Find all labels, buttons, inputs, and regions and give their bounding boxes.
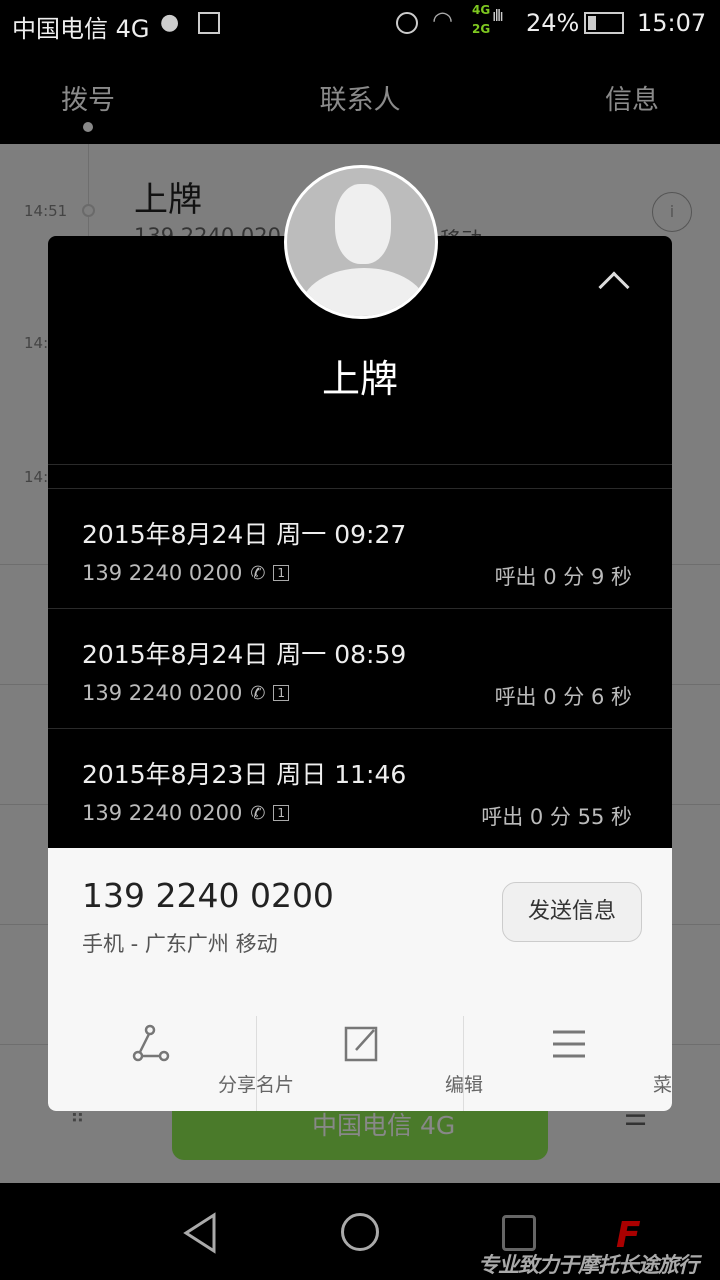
active-tab-dot	[83, 122, 93, 132]
phone-number[interactable]: 139 2240 0200	[82, 876, 334, 915]
status-bar: 中国电信 4G ● ◠ 4G 2G ıllı 24% 15:07	[0, 0, 720, 48]
tab-messages[interactable]: 信息	[605, 78, 659, 117]
network-2g: 2G	[472, 22, 491, 36]
contact-name: 上牌	[321, 357, 398, 401]
call-number: 139 2240 0200 ✆ 1	[82, 681, 290, 705]
wechat-icon: ●	[160, 10, 180, 35]
watermark-text: 专业致力于摩托长途旅行	[478, 1253, 699, 1277]
image-icon	[198, 12, 220, 34]
home-icon[interactable]	[341, 1213, 379, 1251]
call-time: 14:51	[24, 202, 68, 220]
timeline-dot	[82, 204, 95, 217]
clock: 15:07	[637, 9, 707, 37]
tab-bar: 拨号 联系人 信息	[0, 48, 720, 144]
call-duration: 呼出 0 分 55 秒	[481, 805, 632, 829]
network-4g: 4G	[472, 3, 491, 17]
share-icon	[132, 1024, 170, 1062]
call-number: 139 2240 0200 ✆ 1	[82, 561, 290, 585]
dial-button-label: 中国电信 4G	[312, 1111, 456, 1140]
contact-details: 139 2240 0200 手机 - 广东广州 移动 发送信息 分享名片 编辑 …	[48, 848, 672, 1111]
menu-icon	[553, 1030, 585, 1058]
call-log-row[interactable]: 2015年8月24日 周一 08:59 139 2240 0200 ✆ 1 呼出 0…	[48, 608, 672, 728]
send-message-button[interactable]: 发送信息	[502, 882, 642, 942]
outgoing-call-icon: ✆	[250, 562, 266, 584]
call-log-row[interactable]: 2015年8月24日 周一 09:27 139 2240 0200 ✆ 1 呼出 0…	[48, 488, 672, 608]
call-duration: 呼出 0 分 9 秒	[494, 565, 632, 589]
edit-icon	[344, 1026, 378, 1062]
avatar	[284, 165, 438, 319]
call-date: 2015年8月24日 周一 09:27	[82, 520, 407, 549]
battery-percent: 24%	[526, 9, 580, 37]
sim1-icon: 1	[273, 685, 290, 701]
collapse-chevron-icon[interactable]	[598, 271, 630, 303]
call-duration: 呼出 0 分 6 秒	[494, 685, 632, 709]
call-time: 14:	[24, 334, 49, 352]
recents-icon[interactable]	[502, 1215, 536, 1251]
contact-name[interactable]: 上牌	[134, 172, 202, 221]
back-icon[interactable]	[180, 1211, 220, 1255]
number-description: 手机 - 广东广州 移动	[82, 932, 278, 956]
info-icon[interactable]: i	[652, 192, 692, 232]
edit-button[interactable]: 编辑	[256, 1016, 483, 1111]
battery-icon	[584, 12, 624, 34]
sim1-icon: 1	[273, 805, 290, 821]
contact-dialog: 上牌 2015年8月24日 周一 09:27 139 2240 0200 ✆ 1 呼…	[48, 236, 672, 1111]
call-date: 2015年8月24日 周一 08:59	[82, 640, 407, 669]
share-card-button[interactable]: 分享名片	[48, 1016, 294, 1111]
alarm-icon	[396, 12, 418, 34]
call-date: 2015年8月23日 周日 11:46	[82, 760, 407, 789]
navigation-bar: F 专业致力于摩托长途旅行	[0, 1183, 720, 1280]
tab-contacts[interactable]: 联系人	[320, 78, 401, 117]
signal-icon: ıllı	[492, 6, 504, 25]
sim1-icon: 1	[273, 565, 290, 581]
call-time: 14:	[24, 468, 49, 486]
wifi-icon: ◠	[432, 6, 453, 34]
carrier-label: 中国电信 4G	[12, 15, 150, 43]
tab-dialer[interactable]: 拨号	[61, 78, 115, 117]
outgoing-call-icon: ✆	[250, 802, 266, 824]
outgoing-call-icon: ✆	[250, 682, 266, 704]
menu-button[interactable]: 菜单	[464, 1016, 672, 1111]
call-log-row[interactable]: 2015年8月23日 周日 11:46 139 2240 0200 ✆ 1 呼出 0…	[48, 728, 672, 848]
call-number: 139 2240 0200 ✆ 1	[82, 801, 290, 825]
